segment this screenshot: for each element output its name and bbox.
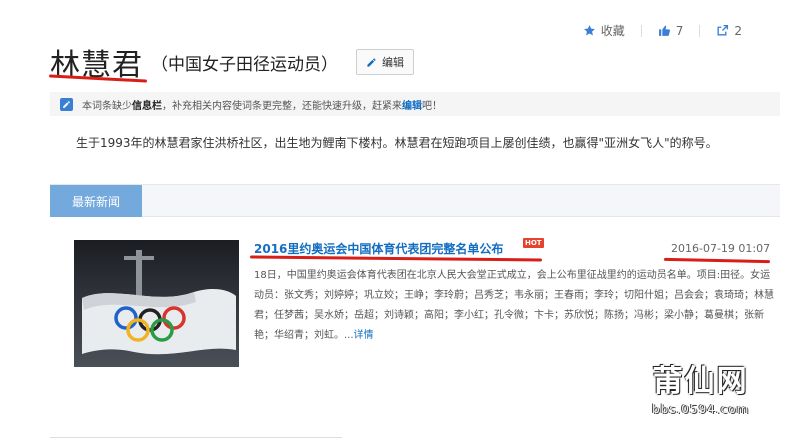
- bottom-divider: [50, 437, 342, 438]
- news-item-date: 2016-07-19 01:07: [671, 242, 771, 255]
- like-count: 7: [675, 23, 684, 38]
- notice-suffix: 吧！: [422, 100, 442, 112]
- news-thumbnail[interactable]: [74, 240, 239, 367]
- intro-paragraph: 生于1993年的林慧君家住洪桥社区，出生地为鲤南下楼村。林慧君在短跑项目上屡创佳…: [76, 136, 718, 150]
- thumbs-up-icon: [658, 25, 670, 36]
- favorite-button[interactable]: 收藏: [583, 22, 625, 39]
- news-item-body: 18日，中国里约奥运会体育代表团在北京人民大会堂正式成立，会上公布里征战里约的运…: [254, 270, 774, 341]
- news-item-title[interactable]: 2016里约奥运会中国体育代表团完整名单公布: [254, 240, 503, 257]
- share-button[interactable]: 2: [716, 24, 742, 38]
- share-count: 2: [734, 23, 742, 38]
- hot-badge: HOT: [523, 238, 544, 248]
- favorite-label: 收藏: [600, 24, 625, 38]
- edit-label: 编辑: [382, 56, 404, 69]
- watermark: 莆仙网 bbs.0594.com: [652, 356, 749, 416]
- notice-highlight: 信息栏: [132, 100, 162, 112]
- notice-middle: ，补充相关内容使词条更完整，还能快速升级，赶紧来: [162, 100, 402, 112]
- article-actions: 收藏 7 2: [583, 22, 742, 39]
- page-subtitle: （中国女子田径运动员）: [151, 54, 338, 75]
- news-more-link[interactable]: 详情: [354, 330, 374, 341]
- info-notice: 本词条缺少 信息栏 ，补充相关内容使词条更完整，还能快速升级，赶紧来 编辑 吧！: [50, 92, 780, 116]
- edit-note-icon: [60, 97, 73, 111]
- divider: [699, 24, 701, 37]
- news-tab-bar: 最新新闻: [50, 185, 780, 217]
- star-icon: [583, 25, 595, 36]
- pencil-icon: [367, 57, 376, 67]
- divider: [640, 24, 642, 37]
- edit-button[interactable]: 编辑: [356, 49, 414, 75]
- tab-latest-news[interactable]: 最新新闻: [50, 185, 142, 217]
- share-icon: [717, 24, 729, 36]
- news-item-summary: 18日，中国里约奥运会体育代表团在北京人民大会堂正式成立，会上公布里征战里约的运…: [254, 266, 774, 346]
- notice-prefix: 本词条缺少: [82, 100, 132, 112]
- like-button[interactable]: 7: [658, 23, 684, 38]
- watermark-url: bbs.0594.com: [652, 402, 750, 416]
- notice-edit-link[interactable]: 编辑: [402, 97, 422, 112]
- watermark-logo-text: 莆仙网: [652, 364, 749, 399]
